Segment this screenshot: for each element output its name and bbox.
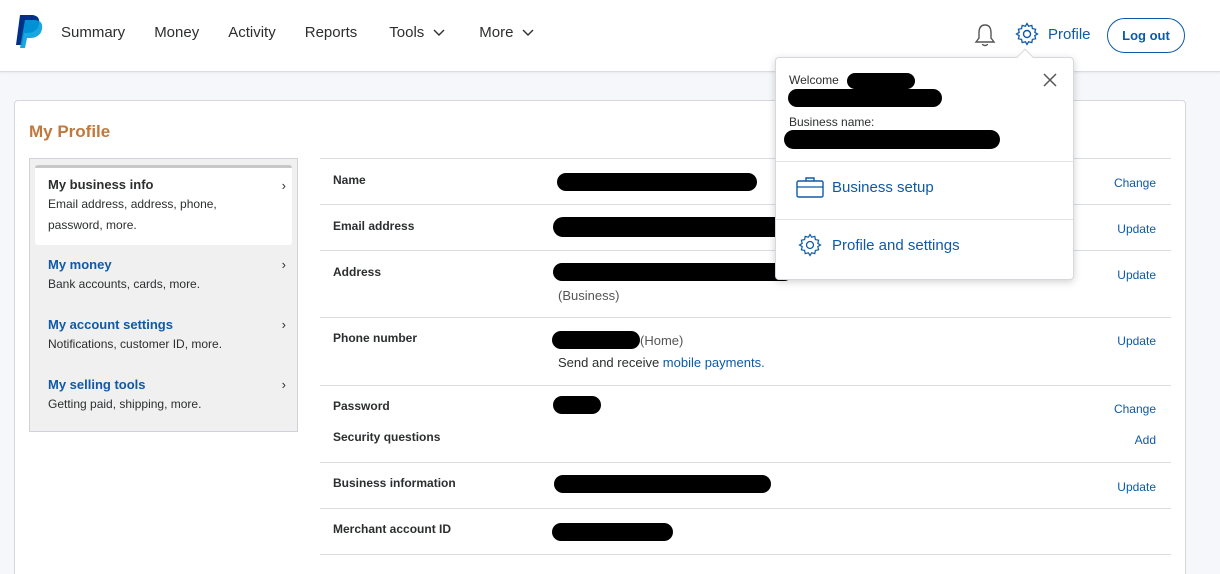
mobile-payments-prefix: Send and receive (558, 355, 663, 370)
add-security-questions-link[interactable]: Add (1135, 433, 1156, 447)
nav-money[interactable]: Money (154, 24, 199, 41)
divider (320, 554, 1171, 555)
nav-more-label: More (479, 24, 514, 41)
main-nav: Summary Money Activity Reports Tools Mor… (61, 24, 563, 41)
row-label: Business information (333, 476, 456, 490)
update-address-link[interactable]: Update (1117, 268, 1156, 282)
update-email-link[interactable]: Update (1117, 222, 1156, 236)
welcome-label: Welcome (789, 73, 839, 87)
row-label: Phone number (333, 331, 418, 345)
business-setup-link[interactable]: Business setup (796, 172, 934, 202)
profile-sidebar: My business info Email address, address,… (29, 158, 298, 432)
chevron-right-icon: › (281, 178, 286, 193)
business-setup-label: Business setup (832, 178, 934, 196)
nav-activity-label: Activity (228, 24, 276, 41)
redacted-value (557, 173, 757, 191)
profile-dropdown: Welcome Business name: Business setup Pr… (775, 48, 1074, 280)
business-name-label: Business name: (789, 115, 875, 129)
nav-more[interactable]: More (479, 24, 534, 41)
nav-tools-label: Tools (389, 24, 425, 41)
chevron-right-icon: › (281, 317, 286, 332)
logout-button[interactable]: Log out (1107, 18, 1185, 53)
row-label: Security questions (333, 430, 441, 444)
paypal-logo-icon[interactable] (14, 14, 44, 48)
row-label: Email address (333, 219, 415, 233)
sidebar-item-business-info[interactable]: My business info Email address, address,… (35, 165, 292, 245)
chevron-down-icon (522, 29, 534, 36)
nav-activity[interactable]: Activity (228, 24, 276, 41)
sidebar-item-account-settings[interactable]: My account settings Notifications, custo… (35, 311, 292, 361)
sidebar-item-desc: Email address, address, phone, password,… (48, 197, 217, 232)
gear-icon[interactable] (1015, 22, 1039, 46)
redacted-value (788, 89, 942, 107)
divider (776, 161, 1073, 162)
sidebar-item-title: My business info (48, 177, 154, 192)
update-phone-link[interactable]: Update (1117, 334, 1156, 348)
profile-link[interactable]: Profile (1048, 26, 1091, 43)
sidebar-item-title: My account settings (48, 317, 173, 332)
redacted-value (553, 396, 601, 414)
redacted-value (553, 217, 793, 237)
sidebar-item-title: My selling tools (48, 377, 146, 392)
chevron-right-icon: › (281, 257, 286, 272)
nav-summary-label: Summary (61, 24, 126, 41)
row-business-information: Business information Update (320, 462, 1171, 508)
briefcase-icon (796, 177, 824, 198)
sidebar-item-selling-tools[interactable]: My selling tools Getting paid, shipping,… (35, 371, 292, 421)
row-label: Merchant account ID (333, 522, 452, 536)
change-password-link[interactable]: Change (1114, 402, 1156, 416)
page-title: My Profile (29, 122, 111, 141)
redacted-value (847, 73, 915, 89)
close-icon[interactable] (1040, 70, 1060, 90)
row-label: Address (333, 265, 382, 279)
sidebar-item-title: My money (48, 257, 112, 272)
sidebar-item-desc: Notifications, customer ID, more. (48, 337, 223, 351)
gear-icon (798, 233, 822, 257)
redacted-value (552, 331, 640, 349)
nav-reports-label: Reports (304, 24, 358, 41)
nav-summary[interactable]: Summary (61, 24, 125, 41)
nav-tools[interactable]: Tools (389, 24, 445, 41)
phone-type: (Home) (640, 333, 684, 348)
mobile-payments-text: Send and receive mobile payments. (558, 355, 765, 370)
sidebar-item-my-money[interactable]: My money Bank accounts, cards, more. › (35, 251, 292, 301)
redacted-value (553, 263, 793, 281)
nav-money-label: Money (154, 24, 200, 41)
update-business-info-link[interactable]: Update (1117, 480, 1156, 494)
address-type: (Business) (558, 288, 620, 303)
nav-reports[interactable]: Reports (305, 24, 358, 41)
chevron-right-icon: › (281, 377, 286, 392)
row-password: Password Change Security questions Add (320, 385, 1171, 462)
redacted-value (554, 475, 771, 493)
redacted-value (552, 523, 673, 541)
chevron-down-icon (433, 29, 445, 36)
profile-settings-link[interactable]: Profile and settings (796, 230, 960, 260)
row-merchant-id: Merchant account ID (320, 508, 1171, 554)
profile-settings-label: Profile and settings (832, 236, 960, 254)
bell-icon[interactable] (973, 22, 997, 48)
redacted-value (784, 130, 1000, 149)
row-label: Name (333, 173, 366, 187)
row-phone: Phone number (Home) Send and receive mob… (320, 317, 1171, 385)
divider (776, 219, 1073, 220)
change-name-link[interactable]: Change (1114, 176, 1156, 190)
sidebar-item-desc: Bank accounts, cards, more. (48, 277, 201, 291)
mobile-payments-link[interactable]: mobile payments. (663, 355, 765, 370)
sidebar-item-desc: Getting paid, shipping, more. (48, 397, 202, 411)
row-label: Password (333, 399, 390, 413)
